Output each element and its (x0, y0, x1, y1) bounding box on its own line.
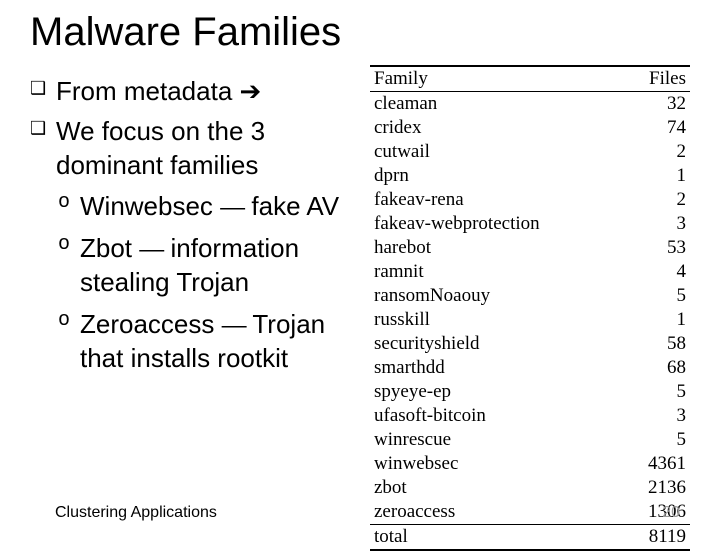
cell-family: cutwail (370, 140, 623, 164)
footer-text: Clustering Applications (55, 504, 217, 522)
table-row: fakeav-rena2 (370, 188, 690, 212)
family-table: Family Files cleaman32cridex74cutwail2dp… (370, 65, 690, 551)
page-number: 20 (662, 504, 680, 522)
table-row: spyeye-ep5 (370, 380, 690, 404)
cell-family: dprn (370, 164, 623, 188)
bullet-list-level1: From metadata ➔ We focus on the 3 domina… (30, 75, 370, 182)
table-row-total: total8119 (370, 525, 690, 551)
cell-family: smarthdd (370, 356, 623, 380)
cell-files: 2 (623, 188, 690, 212)
cell-files: 5 (623, 284, 690, 308)
table-row: cleaman32 (370, 92, 690, 117)
table-header-row: Family Files (370, 66, 690, 92)
table-row: ufasoft-bitcoin3 (370, 404, 690, 428)
subbullet-zbot: Zbot ⎯⎯ information stealing Trojan (30, 232, 370, 300)
cell-files: 2136 (623, 476, 690, 500)
cell-files: 2 (623, 140, 690, 164)
content-columns: From metadata ➔ We focus on the 3 domina… (0, 65, 720, 551)
text: Winwebsec (80, 191, 220, 221)
table-row: russkill1 (370, 308, 690, 332)
arrow-icon: ➔ (240, 76, 262, 106)
table-row: cutwail2 (370, 140, 690, 164)
em-dash: ⎯⎯ (139, 233, 163, 263)
table-row: cridex74 (370, 116, 690, 140)
text: fake AV (244, 191, 339, 221)
cell-total-files: 8119 (623, 525, 690, 551)
cell-family: spyeye-ep (370, 380, 623, 404)
text: Zbot (80, 233, 139, 263)
cell-files: 68 (623, 356, 690, 380)
table-row: zbot2136 (370, 476, 690, 500)
bullet-from-metadata: From metadata ➔ (30, 75, 370, 109)
em-dash: ⎯⎯ (220, 191, 244, 221)
cell-files: 4361 (623, 452, 690, 476)
page-title: Malware Families (0, 10, 720, 65)
cell-family: zbot (370, 476, 623, 500)
cell-files: 74 (623, 116, 690, 140)
cell-files: 53 (623, 236, 690, 260)
cell-files: 58 (623, 332, 690, 356)
subbullet-zeroaccess: Zeroaccess ⎯⎯ Trojan that installs rootk… (30, 308, 370, 376)
subbullet-winwebsec: Winwebsec ⎯⎯ fake AV (30, 190, 370, 224)
table-row: harebot53 (370, 236, 690, 260)
cell-family: russkill (370, 308, 623, 332)
col-family: Family (370, 66, 623, 92)
table-row: fakeav-webprotection3 (370, 212, 690, 236)
table-row: securityshield58 (370, 332, 690, 356)
cell-family: winrescue (370, 428, 623, 452)
table-row: winrescue5 (370, 428, 690, 452)
bullet-focus: We focus on the 3 dominant families (30, 115, 370, 183)
cell-family: fakeav-rena (370, 188, 623, 212)
left-column: From metadata ➔ We focus on the 3 domina… (0, 65, 370, 551)
cell-total-label: total (370, 525, 623, 551)
em-dash: ⎯⎯ (222, 309, 246, 339)
table-row: ransomNoaouy5 (370, 284, 690, 308)
cell-family: winwebsec (370, 452, 623, 476)
cell-files: 32 (623, 92, 690, 117)
cell-family: ransomNoaouy (370, 284, 623, 308)
table-body: cleaman32cridex74cutwail2dprn1fakeav-ren… (370, 92, 690, 551)
table-row: dprn1 (370, 164, 690, 188)
bullet-text: From metadata (56, 76, 240, 106)
cell-files: 1 (623, 164, 690, 188)
cell-family: harebot (370, 236, 623, 260)
cell-files: 1 (623, 308, 690, 332)
cell-family: fakeav-webprotection (370, 212, 623, 236)
cell-family: cleaman (370, 92, 623, 117)
cell-files: 3 (623, 212, 690, 236)
cell-family: cridex (370, 116, 623, 140)
table-row: ramnit4 (370, 260, 690, 284)
bullet-list-level2: Winwebsec ⎯⎯ fake AV Zbot ⎯⎯ information… (30, 190, 370, 375)
cell-family: ramnit (370, 260, 623, 284)
text: Zeroaccess (80, 309, 222, 339)
slide: Malware Families From metadata ➔ We focu… (0, 0, 720, 540)
right-column: Family Files cleaman32cridex74cutwail2dp… (370, 65, 690, 551)
table-row: smarthdd68 (370, 356, 690, 380)
cell-files: 3 (623, 404, 690, 428)
cell-family: zeroaccess (370, 500, 623, 525)
cell-files: 5 (623, 428, 690, 452)
col-files: Files (623, 66, 690, 92)
cell-family: ufasoft-bitcoin (370, 404, 623, 428)
cell-files: 4 (623, 260, 690, 284)
table-row: zeroaccess1306 (370, 500, 690, 525)
cell-files: 5 (623, 380, 690, 404)
table-row: winwebsec4361 (370, 452, 690, 476)
cell-family: securityshield (370, 332, 623, 356)
